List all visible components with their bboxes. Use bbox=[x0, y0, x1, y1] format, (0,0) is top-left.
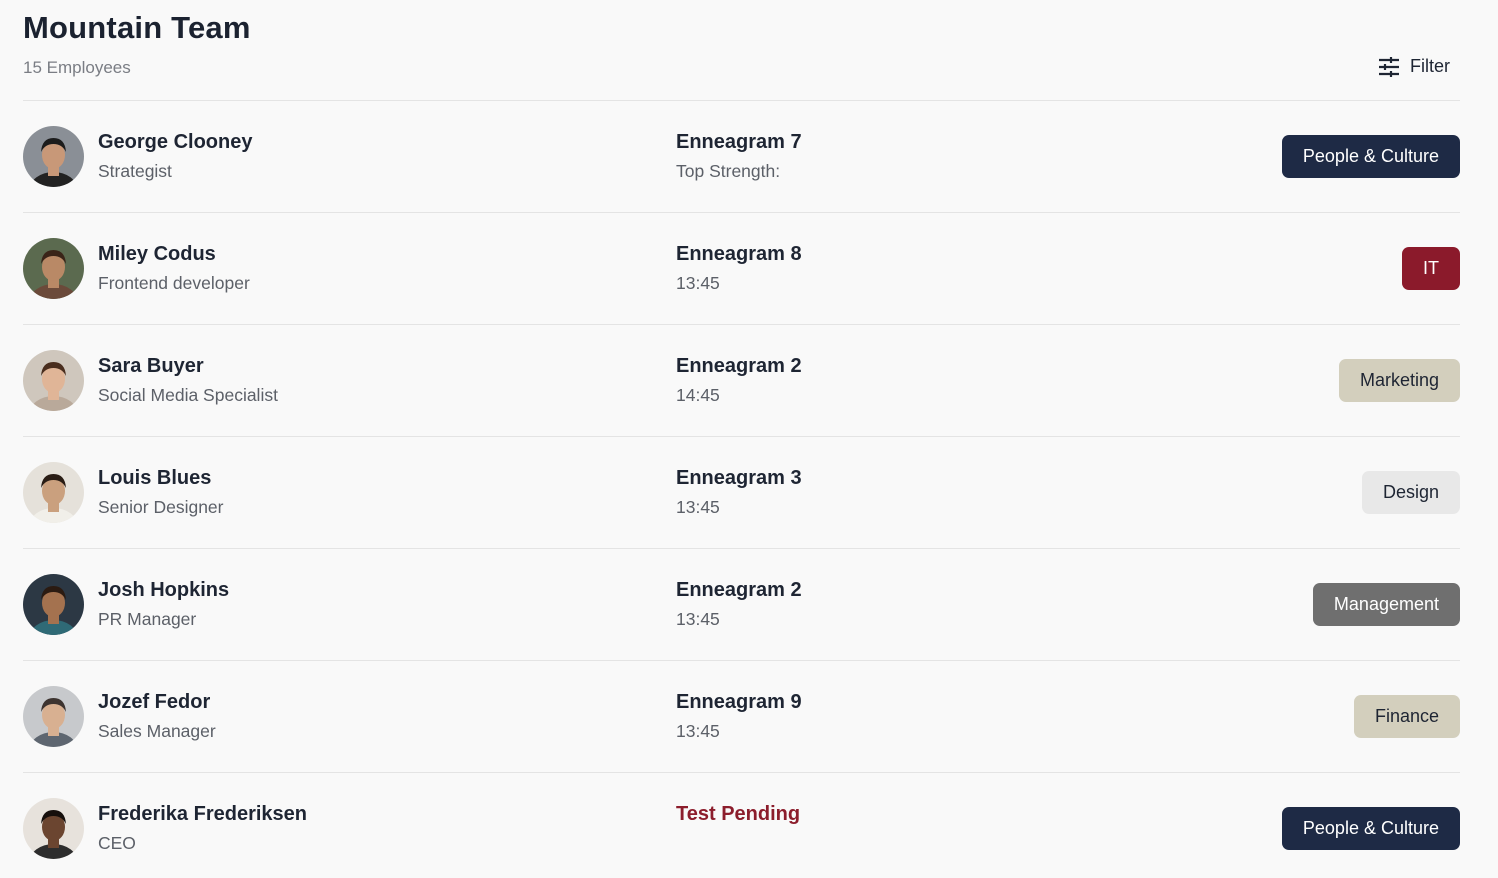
employee-name: Louis Blues bbox=[98, 467, 212, 489]
department-tag[interactable]: IT bbox=[1402, 247, 1460, 290]
filter-label: Filter bbox=[1410, 56, 1450, 76]
employee-role: Frontend developer bbox=[98, 273, 250, 293]
enneagram-type: Enneagram 3 bbox=[676, 467, 802, 489]
department-tag[interactable]: Marketing bbox=[1338, 359, 1460, 402]
employee-role: Social Media Specialist bbox=[98, 385, 278, 405]
employee-row[interactable]: Josh Hopkins PR Manager Enneagram 2 13:4… bbox=[23, 549, 1460, 661]
employee-row[interactable]: Louis Blues Senior Designer Enneagram 3 … bbox=[23, 437, 1460, 549]
employee-role: Strategist bbox=[98, 161, 172, 181]
avatar bbox=[23, 462, 84, 523]
employee-name: Frederika Frederiksen bbox=[98, 803, 307, 825]
employee-role: Senior Designer bbox=[98, 497, 224, 517]
employee-row[interactable]: George Clooney Strategist Enneagram 7 To… bbox=[23, 101, 1460, 213]
filter-button[interactable]: Filter bbox=[1378, 56, 1450, 77]
page-title: Mountain Team bbox=[23, 10, 251, 45]
enneagram-detail: 13:45 bbox=[676, 497, 720, 517]
enneagram-type: Enneagram 2 bbox=[676, 355, 802, 377]
page-header: Mountain Team 15 Employees Filter bbox=[23, 0, 1460, 101]
enneagram-detail: 14:45 bbox=[676, 385, 720, 405]
test-pending-status: Test Pending bbox=[676, 803, 801, 825]
department-tag[interactable]: Design bbox=[1361, 471, 1460, 514]
employee-row[interactable]: Frederika Frederiksen CEO Test Pending P… bbox=[23, 773, 1460, 878]
enneagram-type: Enneagram 7 bbox=[676, 131, 802, 153]
department-tag[interactable]: People & Culture bbox=[1281, 807, 1460, 850]
enneagram-type: Enneagram 9 bbox=[676, 691, 802, 713]
team-page: Mountain Team 15 Employees Filter George… bbox=[0, 0, 1498, 878]
enneagram-type: Enneagram 2 bbox=[676, 579, 802, 601]
enneagram-type: Enneagram 8 bbox=[676, 243, 802, 265]
employee-role: CEO bbox=[98, 833, 136, 853]
avatar bbox=[23, 574, 84, 635]
avatar bbox=[23, 350, 84, 411]
sliders-icon bbox=[1378, 56, 1400, 77]
enneagram-detail: 13:45 bbox=[676, 609, 720, 629]
avatar bbox=[23, 798, 84, 859]
department-tag[interactable]: People & Culture bbox=[1281, 135, 1460, 178]
employee-count: 15 Employees bbox=[23, 58, 131, 77]
employee-name: Miley Codus bbox=[98, 243, 216, 265]
employee-role: PR Manager bbox=[98, 609, 197, 629]
avatar bbox=[23, 686, 84, 747]
employee-name: George Clooney bbox=[98, 131, 253, 153]
employee-name: Josh Hopkins bbox=[98, 579, 230, 601]
employee-row[interactable]: Sara Buyer Social Media Specialist Ennea… bbox=[23, 325, 1460, 437]
employee-name: Jozef Fedor bbox=[98, 691, 211, 713]
department-tag[interactable]: Management bbox=[1312, 583, 1460, 626]
enneagram-detail: Top Strength: bbox=[676, 161, 781, 181]
enneagram-detail: 13:45 bbox=[676, 721, 720, 741]
avatar bbox=[23, 126, 84, 187]
enneagram-detail: 13:45 bbox=[676, 273, 720, 293]
employee-role: Sales Manager bbox=[98, 721, 216, 741]
employee-row[interactable]: Miley Codus Frontend developer Enneagram… bbox=[23, 213, 1460, 325]
department-tag[interactable]: Finance bbox=[1353, 695, 1460, 738]
avatar bbox=[23, 238, 84, 299]
employee-name: Sara Buyer bbox=[98, 355, 204, 377]
employee-list: George Clooney Strategist Enneagram 7 To… bbox=[23, 101, 1460, 878]
employee-row[interactable]: Jozef Fedor Sales Manager Enneagram 9 13… bbox=[23, 661, 1460, 773]
